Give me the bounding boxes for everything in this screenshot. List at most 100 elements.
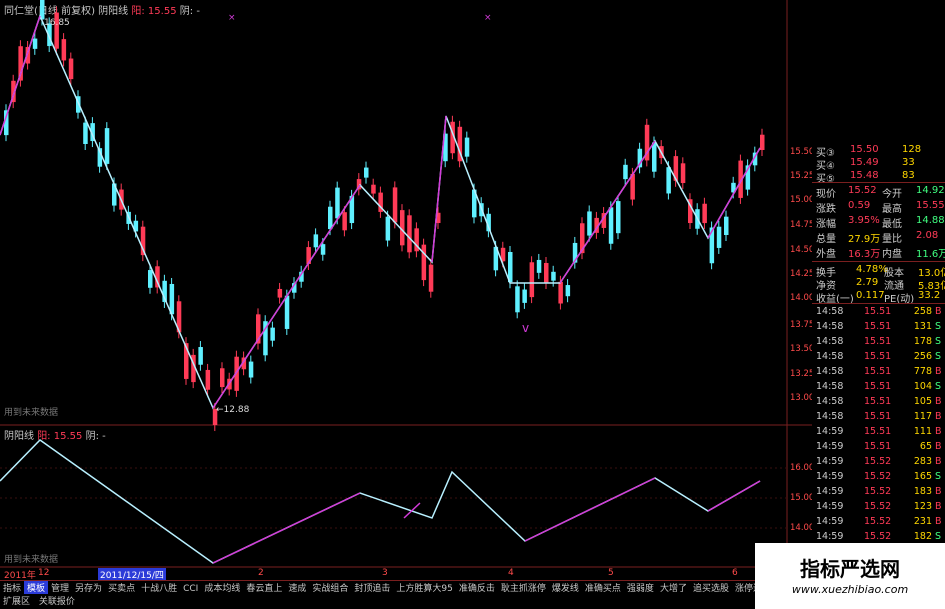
tick-volume: 104	[913, 381, 932, 392]
candlestick	[587, 211, 592, 236]
bid-price: 15.48	[850, 170, 879, 181]
quote-panel: 买③ 15.50 128 买④ 15.49 33 买⑤ 15.48 83 现价 15.52 今开 14…	[812, 142, 945, 582]
indicator-tab[interactable]: 准确反击	[456, 581, 498, 594]
stat-value: 2.79	[856, 277, 879, 288]
candlestick	[335, 187, 340, 219]
tick-price: 15.51	[864, 441, 892, 452]
tick-price: 15.51	[864, 396, 892, 407]
stat-value: 15.55	[916, 200, 945, 211]
stat-value: 16.3万	[848, 249, 881, 260]
candlestick	[680, 163, 686, 184]
price-axis-tick: 15.50	[790, 147, 815, 157]
sub-ytick: 15.00	[790, 493, 815, 503]
indicator-tab[interactable]: 买卖点	[105, 581, 138, 594]
stat-label: 最高	[882, 204, 902, 215]
candlestick	[284, 295, 290, 329]
indicator-tab[interactable]: 另存为	[72, 581, 105, 594]
svg-text:v: v	[522, 321, 529, 335]
tick-side: B	[935, 366, 942, 377]
site-watermark: 指标严选网 www.xuezhibiao.com	[755, 543, 945, 609]
quote-stat-row: 总量 27.9万 量比 2.08	[812, 230, 945, 245]
tab-related-quote[interactable]: 关联报价	[36, 594, 78, 607]
trade-tick-row: 14:59 15.52 231 B	[812, 516, 945, 531]
tick-time: 14:58	[816, 336, 844, 347]
candlestick	[464, 137, 470, 157]
tick-volume: 65	[919, 441, 932, 452]
stat-value: 15.52	[848, 185, 877, 196]
tick-price: 15.51	[864, 426, 892, 437]
indicator-tab[interactable]: 大增了	[657, 581, 690, 594]
main-footer-note: 用到未来数据	[4, 408, 59, 418]
candlestick	[364, 167, 369, 178]
candlestick	[608, 207, 614, 244]
candlestick	[148, 270, 153, 288]
tick-price: 15.51	[864, 381, 892, 392]
candlestick	[515, 286, 520, 313]
tick-price: 15.51	[864, 366, 892, 377]
tick-time: 14:59	[816, 531, 844, 542]
candlestick	[313, 234, 319, 248]
stat-label: 今开	[882, 189, 902, 200]
tab-expand-area[interactable]: 扩展区	[0, 594, 33, 607]
bid-volume: 83	[902, 170, 915, 181]
candlestick	[385, 216, 391, 241]
bid-level-row: 买④ 15.49 33	[812, 157, 945, 172]
tick-side: B	[935, 456, 942, 467]
indicator-tab[interactable]: 爆发线	[549, 581, 582, 594]
indicator-tab[interactable]: 上方胜算大95	[393, 581, 455, 594]
tick-side: B	[935, 306, 942, 317]
stat-value: 14.92	[916, 185, 945, 196]
tick-volume: 231	[913, 516, 932, 527]
svg-text:×: ×	[484, 13, 492, 23]
sub-chart-title: 阴阳线 阳: 15.55 阴: -	[4, 427, 106, 442]
candlestick	[544, 262, 549, 284]
indicator-tab[interactable]: 耿主抓涨停	[498, 581, 549, 594]
candlestick	[277, 288, 283, 298]
indicator-tab[interactable]: 成本均线	[201, 581, 243, 594]
svg-text:×: ×	[228, 13, 236, 23]
kline-chart[interactable]: × × v	[0, 0, 812, 580]
tick-side: B	[935, 486, 942, 497]
stat-label: 涨幅	[816, 219, 836, 230]
candlestick	[61, 39, 67, 61]
stat-label: 外盘	[816, 249, 836, 260]
tick-price: 15.51	[864, 411, 892, 422]
candlestick	[342, 212, 347, 231]
tick-time: 14:58	[816, 366, 844, 377]
tick-volume: 123	[913, 501, 932, 512]
stat-value: 2.08	[916, 230, 939, 241]
indicator-tab[interactable]: 指标	[0, 581, 24, 594]
indicator-tab[interactable]: 速成	[285, 581, 309, 594]
candlestick	[270, 327, 275, 341]
stat-value: 11.6万	[916, 249, 945, 260]
trade-tick-row: 14:59 15.52 123 B	[812, 501, 945, 516]
indicator-tab[interactable]: 春云直上	[243, 581, 285, 594]
indicator-tab[interactable]: 模板	[24, 581, 49, 594]
indicator-tab[interactable]: 十战八胜	[138, 581, 180, 594]
candlestick	[623, 164, 628, 180]
indicator-tab[interactable]: CCI	[180, 584, 201, 594]
indicator-tab[interactable]: 追买选股	[690, 581, 732, 594]
trade-tick-row: 14:59 15.52 183 B	[812, 486, 945, 501]
indicator-tab[interactable]: 管理	[48, 581, 72, 594]
indicator-tab[interactable]: 实战组合	[309, 581, 351, 594]
stat-label: 量比	[882, 234, 902, 245]
candlestick	[558, 281, 563, 304]
price-axis-tick: 14.75	[790, 220, 815, 230]
indicator-tab[interactable]: 强弱度	[624, 581, 657, 594]
tick-volume: 117	[913, 411, 932, 422]
candlestick	[392, 187, 398, 223]
tick-side: B	[935, 426, 942, 437]
price-axis-tick: 13.50	[790, 344, 815, 354]
bid-volume: 128	[902, 144, 922, 155]
tick-time: 14:58	[816, 306, 844, 317]
stat-value: 0.59	[848, 200, 871, 211]
tick-time: 14:58	[816, 411, 844, 422]
tick-side: S	[935, 351, 942, 362]
indicator-tab[interactable]: 准确买点	[582, 581, 624, 594]
indicator-tab[interactable]: 封顶追击	[351, 581, 393, 594]
tick-price: 15.52	[864, 456, 892, 467]
tick-time: 14:59	[816, 426, 844, 437]
tick-side: B	[935, 501, 942, 512]
price-axis-tick: 15.00	[790, 195, 815, 205]
